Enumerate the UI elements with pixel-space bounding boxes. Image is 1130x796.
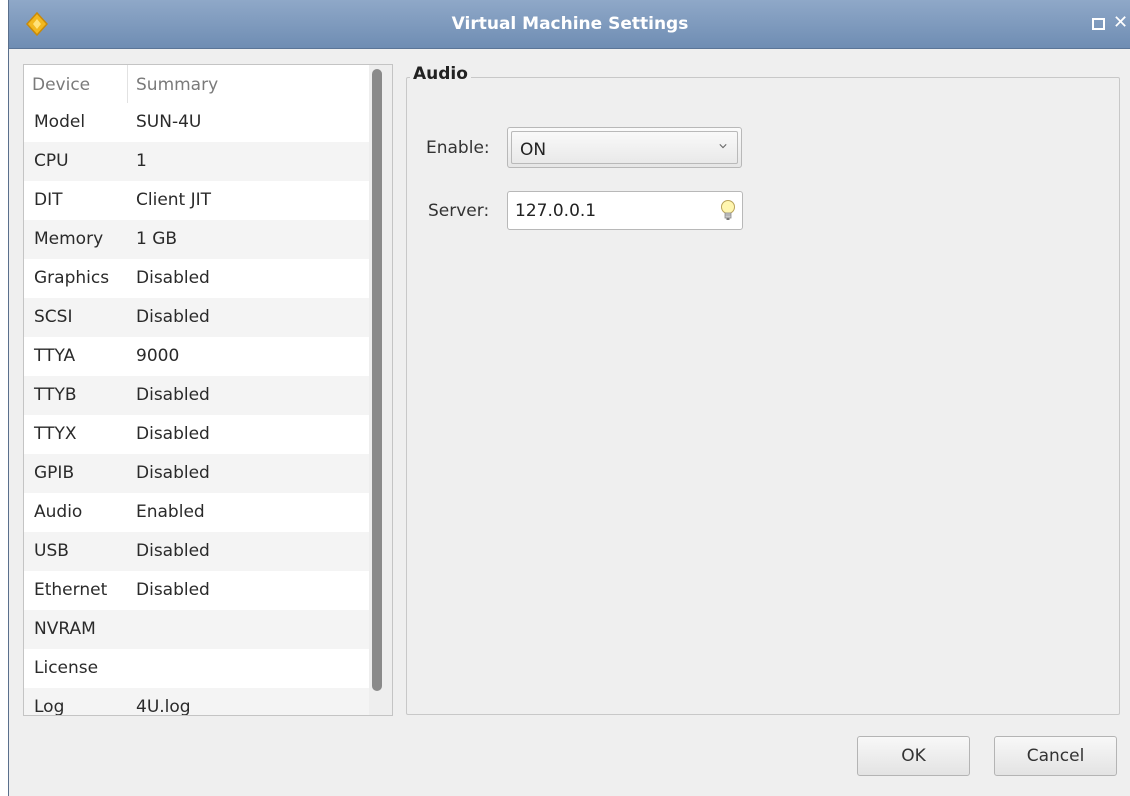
- list-item-nvram[interactable]: NVRAM: [24, 610, 369, 649]
- device-summary: Disabled: [136, 541, 210, 561]
- device-name: Audio: [34, 502, 83, 522]
- device-name: TTYA: [34, 346, 76, 366]
- audio-group-title: Audio: [410, 64, 471, 84]
- cancel-button[interactable]: Cancel: [994, 736, 1117, 776]
- list-item-audio[interactable]: Audio Enabled: [24, 493, 369, 532]
- device-summary: Disabled: [136, 268, 210, 288]
- device-name: License: [34, 658, 99, 678]
- enable-dropdown-value: ON: [520, 140, 547, 160]
- window-title: Virtual Machine Settings: [451, 14, 689, 34]
- device-name: Log: [34, 697, 65, 716]
- device-name: DIT: [34, 190, 63, 210]
- server-input-value: 127.0.0.1: [515, 201, 597, 221]
- scrollbar-thumb[interactable]: [372, 69, 382, 691]
- device-summary: Disabled: [136, 580, 210, 600]
- lightbulb-icon[interactable]: [720, 199, 736, 223]
- device-name: Model: [34, 112, 86, 132]
- device-name: Ethernet: [34, 580, 108, 600]
- device-summary: 1 GB: [136, 229, 178, 249]
- device-summary: 1: [136, 151, 147, 171]
- device-summary: Disabled: [136, 307, 210, 327]
- device-summary: 9000: [136, 346, 180, 366]
- ok-button[interactable]: OK: [857, 736, 970, 776]
- device-name: Graphics: [34, 268, 110, 288]
- close-icon[interactable]: ✕: [1113, 12, 1128, 33]
- device-name: USB: [34, 541, 69, 561]
- enable-label: Enable:: [426, 138, 490, 158]
- list-item-cpu[interactable]: CPU 1: [24, 142, 369, 181]
- list-header: Device Summary: [24, 65, 369, 103]
- list-item-scsi[interactable]: SCSI Disabled: [24, 298, 369, 337]
- device-name: TTYX: [34, 424, 77, 444]
- device-name: TTYB: [34, 385, 77, 405]
- device-summary: 4U.log: [136, 697, 191, 716]
- list-item-ttyx[interactable]: TTYX Disabled: [24, 415, 369, 454]
- device-summary: Enabled: [136, 502, 205, 522]
- device-summary: Disabled: [136, 463, 210, 483]
- list-item-license[interactable]: License: [24, 649, 369, 688]
- audio-groupbox: [406, 77, 1120, 715]
- maximize-icon[interactable]: [1092, 18, 1105, 30]
- device-summary: Client JIT: [136, 190, 212, 210]
- title-bar[interactable]: Virtual Machine Settings ✕: [9, 0, 1130, 49]
- server-label: Server:: [428, 201, 490, 221]
- device-name: GPIB: [34, 463, 75, 483]
- device-name: CPU: [34, 151, 69, 171]
- server-input[interactable]: 127.0.0.1: [507, 191, 743, 230]
- enable-dropdown-frame: ON: [511, 131, 738, 164]
- list-item-usb[interactable]: USB Disabled: [24, 532, 369, 571]
- list-item-ttya[interactable]: TTYA 9000: [24, 337, 369, 376]
- list-item-ethernet[interactable]: Ethernet Disabled: [24, 571, 369, 610]
- device-name: NVRAM: [34, 619, 96, 639]
- device-summary: SUN-4U: [136, 112, 202, 132]
- list-item-ttyb[interactable]: TTYB Disabled: [24, 376, 369, 415]
- list-item-memory[interactable]: Memory 1 GB: [24, 220, 369, 259]
- list-item-model[interactable]: Model SUN-4U: [24, 103, 369, 142]
- enable-dropdown[interactable]: ON: [507, 127, 742, 168]
- device-name: SCSI: [34, 307, 73, 327]
- column-header-device[interactable]: Device: [32, 65, 122, 103]
- column-header-summary[interactable]: Summary: [127, 65, 376, 103]
- list-item-graphics[interactable]: Graphics Disabled: [24, 259, 369, 298]
- list-item-gpib[interactable]: GPIB Disabled: [24, 454, 369, 493]
- list-item-dit[interactable]: DIT Client JIT: [24, 181, 369, 220]
- device-list[interactable]: Device Summary Model SUN-4U CPU 1 DIT Cl…: [23, 64, 393, 716]
- list-item-log[interactable]: Log 4U.log: [24, 688, 369, 716]
- chevron-down-icon: [719, 144, 727, 149]
- device-name: Memory: [34, 229, 104, 249]
- device-summary: Disabled: [136, 385, 210, 405]
- device-summary: Disabled: [136, 424, 210, 444]
